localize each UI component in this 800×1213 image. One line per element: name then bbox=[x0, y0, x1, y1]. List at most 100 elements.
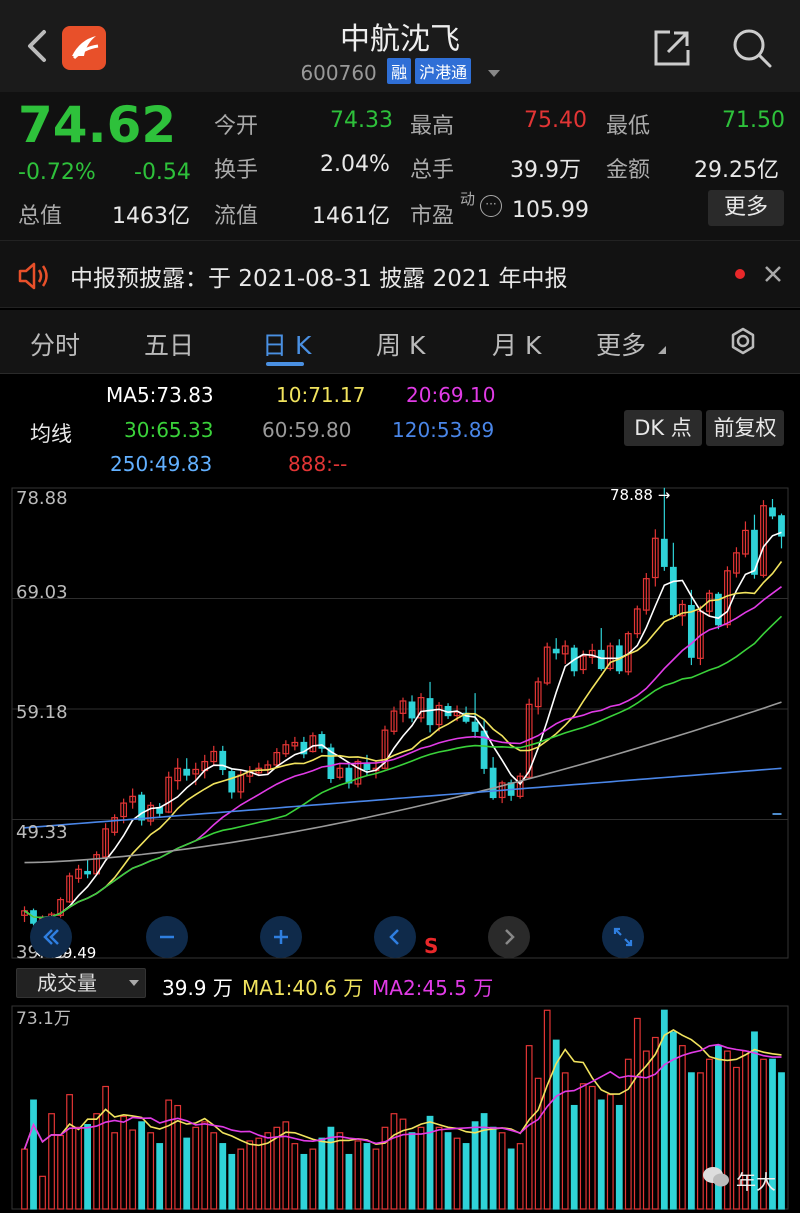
volume-bar bbox=[30, 1099, 37, 1210]
speaker-icon bbox=[16, 261, 52, 291]
tab-monthly-k[interactable]: 月 K bbox=[492, 326, 541, 362]
volume-bar bbox=[687, 1072, 695, 1210]
fullscreen-button[interactable] bbox=[602, 916, 644, 958]
scroll-right-button[interactable] bbox=[488, 916, 530, 958]
tab-weekly-k[interactable]: 周 K bbox=[376, 326, 425, 362]
share-icon[interactable] bbox=[652, 28, 692, 68]
candle-body bbox=[489, 767, 497, 799]
tab-five-day[interactable]: 五日 bbox=[144, 326, 194, 362]
turnover-value: 2.04% bbox=[320, 152, 390, 177]
tab-more[interactable]: 更多 bbox=[596, 326, 646, 362]
low-label: 最低 bbox=[606, 114, 651, 139]
volume-bar bbox=[129, 1129, 137, 1210]
candle-body bbox=[597, 649, 605, 670]
candle-body bbox=[471, 721, 479, 732]
volume-bar bbox=[408, 1132, 416, 1210]
volume-bar bbox=[210, 1132, 218, 1210]
ma250-value: 250:49.83 bbox=[110, 452, 213, 476]
zoom-in-button[interactable] bbox=[260, 916, 302, 958]
volume-bar bbox=[453, 1137, 461, 1210]
volume-bar bbox=[444, 1132, 452, 1210]
volume-bar bbox=[255, 1137, 263, 1210]
volume-bar bbox=[66, 1094, 73, 1210]
s-marker: S bbox=[424, 934, 439, 958]
axis-label-2: 69.03 bbox=[16, 582, 68, 603]
info-circle-icon[interactable]: ··· bbox=[480, 195, 502, 217]
gear-icon[interactable] bbox=[726, 324, 760, 358]
volume-bar bbox=[678, 1045, 686, 1210]
volume-bar bbox=[570, 1104, 578, 1210]
volume-bar bbox=[84, 1124, 91, 1210]
connect-tag: 沪港通 bbox=[415, 58, 472, 84]
corner-arrow-icon bbox=[658, 346, 666, 354]
chevron-down-icon[interactable] bbox=[487, 70, 500, 77]
more-quote-button[interactable]: 更多 bbox=[708, 190, 784, 226]
high-label: 最高 bbox=[410, 114, 455, 139]
close-icon[interactable] bbox=[762, 263, 784, 285]
candlestick-chart[interactable] bbox=[0, 482, 800, 964]
ma120-line bbox=[24, 767, 782, 829]
header-bar: 中航沈飞 600760 融沪港通 bbox=[0, 0, 800, 92]
ma10-value: 10:71.17 bbox=[276, 383, 366, 407]
margin-tag: 融 bbox=[387, 58, 412, 84]
volume-chart[interactable] bbox=[0, 1002, 800, 1213]
scroll-start-button[interactable] bbox=[30, 916, 72, 958]
dropdown-arrow-icon bbox=[129, 980, 139, 986]
volume-bar bbox=[597, 1099, 605, 1210]
axis-label-4: 49.33 bbox=[16, 822, 68, 843]
ma888-value: 888:-- bbox=[288, 452, 348, 476]
ma60-value: 60:59.80 bbox=[262, 418, 352, 442]
chart-frame bbox=[11, 487, 789, 959]
volume-ma2-line bbox=[23, 1043, 782, 1150]
adjust-button[interactable]: 前复权 bbox=[706, 410, 784, 446]
volume-label: 总手 bbox=[410, 158, 455, 183]
volume-bar bbox=[651, 1036, 659, 1210]
volume-bar bbox=[291, 1143, 299, 1210]
indicator-select[interactable]: 成交量 bbox=[16, 968, 146, 998]
current-price: 74.62 bbox=[18, 96, 177, 154]
volume-current: 39.9 万 bbox=[162, 976, 233, 1000]
volume-bar bbox=[633, 1017, 641, 1210]
volume-bar bbox=[147, 1132, 155, 1210]
volume-bar bbox=[228, 1153, 236, 1210]
ma20-value: 20:69.10 bbox=[406, 383, 496, 407]
float-value: 1461亿 bbox=[312, 204, 390, 229]
search-icon[interactable] bbox=[730, 26, 774, 70]
candle-body bbox=[228, 771, 236, 793]
volume-bar bbox=[489, 1126, 497, 1210]
unread-dot-icon bbox=[735, 269, 745, 279]
notice-bar[interactable]: 中报预披露：于 2021-08-31 披露 2021 年中报 bbox=[0, 240, 800, 308]
volume-bar bbox=[39, 1175, 46, 1210]
volume-bar bbox=[93, 1113, 100, 1210]
volume-bar bbox=[471, 1121, 479, 1210]
tab-daily-k[interactable]: 日 K bbox=[262, 326, 311, 362]
amount-label: 金额 bbox=[606, 158, 651, 183]
axis-label-3: 59.18 bbox=[16, 702, 68, 723]
zoom-out-button[interactable] bbox=[146, 916, 188, 958]
candle-body bbox=[669, 566, 677, 616]
volume-bar bbox=[381, 1126, 389, 1210]
candle-body bbox=[138, 794, 146, 821]
tab-intraday[interactable]: 分时 bbox=[30, 326, 80, 362]
total-value-label: 总值 bbox=[18, 204, 63, 229]
ma120-value: 120:53.89 bbox=[392, 418, 495, 442]
candle-body bbox=[84, 870, 91, 875]
volume-bar bbox=[318, 1137, 326, 1210]
volume-value: 39.9万 bbox=[510, 158, 581, 183]
candle-body bbox=[552, 648, 560, 654]
dk-point-button[interactable]: DK 点 bbox=[624, 410, 702, 446]
volume-bar bbox=[507, 1148, 515, 1210]
candle-body bbox=[769, 507, 776, 517]
volume-bar bbox=[426, 1115, 434, 1210]
volume-bar bbox=[111, 1132, 119, 1210]
total-value: 1463亿 bbox=[112, 204, 190, 229]
volume-bar bbox=[372, 1148, 380, 1210]
high-marker-label: 78.88 → bbox=[610, 486, 671, 504]
pe-label: 市盈 bbox=[410, 204, 455, 229]
scroll-left-button[interactable] bbox=[374, 916, 416, 958]
wechat-icon bbox=[702, 1166, 730, 1188]
volume-bar bbox=[417, 1126, 425, 1210]
volume-bar bbox=[345, 1153, 353, 1210]
volume-bar bbox=[300, 1153, 308, 1210]
volume-bar bbox=[219, 1143, 227, 1210]
